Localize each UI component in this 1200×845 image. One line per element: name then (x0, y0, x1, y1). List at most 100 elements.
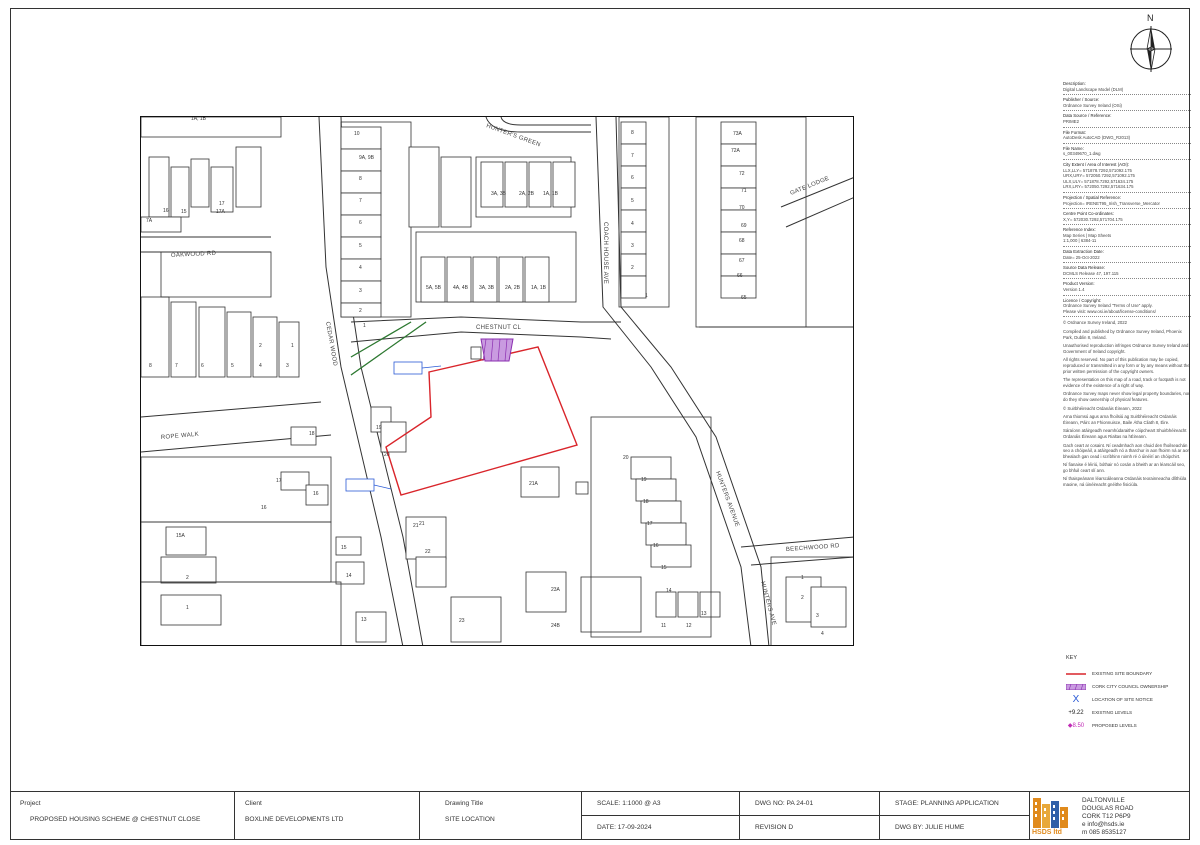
house-number-label: 1 (291, 343, 294, 349)
house-number-label: 20 (384, 452, 390, 458)
metadata-group: Publisher / Source: Ordnance Survey Irela… (1063, 96, 1191, 112)
house-number-label: 2 (186, 575, 189, 581)
metadata-value: s_00349670_1.dwg (1063, 151, 1101, 157)
house-number-label: 69 (741, 223, 747, 229)
house-number-label: 4 (359, 265, 362, 271)
key-label: LOCATION OF SITE NOTICE (1092, 697, 1153, 702)
house-number-label: 1A, 1B (543, 191, 559, 197)
stage-value: STAGE: PLANNING APPLICATION (895, 800, 999, 807)
client-label: Client (245, 800, 262, 807)
client-value: BOXLINE DEVELOPMENTS LTD (245, 816, 344, 823)
house-number-label: 17 (276, 478, 282, 484)
house-number-label: 7 (359, 198, 362, 204)
metadata-group: Data Extraction Date: Date= 25-Oct-2022 (1063, 248, 1191, 264)
house-number-label: 21 (413, 523, 419, 529)
house-number-label: 2A, 2B (519, 191, 535, 197)
client-cell: Client BOXLINE DEVELOPMENTS LTD (235, 792, 420, 840)
house-number-label: 12 (686, 623, 692, 629)
metadata-group: File Format: AutoDesk AutoCAD (DWG_R2013) (1063, 129, 1191, 144)
road-label: HUNTER'S GREEN (485, 123, 541, 148)
date-value: DATE: 17-09-2024 (597, 824, 652, 831)
metadata-value: Digital Landscape Model (DLM) (1063, 86, 1124, 92)
house-number-label: 7 (175, 363, 178, 369)
copyright-paragraph: Unauthorised reproduction infringes Ordn… (1063, 343, 1189, 354)
house-number-label: 23 (459, 618, 465, 624)
drawing-title-value: SITE LOCATION (445, 816, 495, 823)
house-number-label: 21A (529, 481, 539, 487)
key-label: EXISTING SITE BOUNDARY (1092, 671, 1153, 676)
existing-level-symbol: +9.22 (1068, 709, 1084, 716)
scale-value: SCALE: 1:1000 @ A3 (597, 800, 661, 807)
metadata-value: Version 1.4 (1063, 287, 1085, 293)
metadata-value: Ordnance Survey Ireland (OSi) (1063, 102, 1122, 108)
house-number-label: 13 (361, 617, 367, 623)
title-block: Project PROPOSED HOUSING SCHEME @ CHESTN… (10, 791, 1190, 840)
house-number-label: 5 (631, 198, 634, 204)
map-key: KEY EXISTING SITE BOUNDARY CORK CITY COU… (1066, 655, 1190, 732)
site-map-graphic: HUNTER'S GREEN CHESTNUT CL ROPE WALK CED… (141, 117, 853, 645)
house-number-label: 13 (701, 611, 707, 617)
house-number-label: 2 (631, 265, 634, 271)
metadata-group: City Extent / Area of Interest (AOI): LLX… (1063, 161, 1191, 193)
key-item-boundary: EXISTING SITE BOUNDARY (1066, 667, 1190, 680)
dwg-by-value: DWG BY: JULIE HUME (895, 824, 965, 831)
house-number-label: 19 (641, 477, 647, 483)
house-number-label: 8 (359, 176, 362, 182)
house-number-label: 3 (286, 363, 289, 369)
metadata-group: Projection / Spatial Reference: Projectio… (1063, 194, 1191, 210)
revision-value: REVISION D (755, 824, 794, 831)
house-number-label: 16 (313, 491, 319, 497)
project-cell: Project PROPOSED HOUSING SCHEME @ CHESTN… (10, 792, 235, 840)
metadata-group: Centre Point Co-ordinates: X,Y= 572030.72… (1063, 210, 1191, 226)
metadata-group: Data Source / Reference: PRIME2 (1063, 112, 1191, 128)
road-label: BEECHWOOD RD (786, 543, 841, 553)
metadata-group: Description: Digital Landscape Model (DLM… (1063, 80, 1191, 96)
copyright-paragraph: Sáraíonn atáirgeadh neamhúdaraithe cóipc… (1063, 428, 1187, 439)
house-number-label: 3 (631, 243, 634, 249)
metadata-value: LLX,LLY= 571878.7292,571092.175 URX,URY=… (1063, 167, 1135, 190)
house-number-label: 9A, 9B (359, 155, 375, 161)
metadata-value: Projection= IRENET95_Irish_Transverse_Me… (1063, 200, 1160, 206)
road-label: COACH HOUSE AVE (602, 222, 608, 284)
house-number-label: 7A (146, 218, 153, 224)
house-number-label: 11 (661, 623, 666, 629)
address-line: DOUGLAS ROAD (1082, 805, 1134, 812)
house-number-label: 1A, 1B (531, 285, 547, 291)
metadata-value: DCMLS Release 47, 197.115 (1063, 270, 1119, 276)
address-line: e info@hsds.ie (1082, 821, 1125, 828)
metadata-group: Licence / Copyright: Ordnance Survey Irel… (1063, 297, 1191, 318)
road-label: CHESTNUT CL (476, 325, 522, 331)
metadata-group: Product Version: Version 1.4 (1063, 280, 1191, 296)
house-number-label: 24B (551, 623, 561, 629)
house-number-label: 1 (186, 605, 189, 611)
dwg-no-cell: DWG NO: PA 24-01 REVISION D (740, 792, 880, 840)
house-number-label: 68 (739, 238, 745, 244)
house-number-label: 16 (261, 505, 267, 511)
copyright-paragraph: Gach ceart ar cosaint. Ní ceadmhach aon … (1063, 442, 1190, 459)
house-number-label: 6 (631, 175, 634, 181)
company-logo: HSDS ltd (1030, 792, 1072, 840)
house-number-label: 4 (259, 363, 262, 369)
logo-text: HSDS ltd (1032, 829, 1062, 836)
copyright-paragraph: Arna thiomsú agus arna fhoilsiú ag Suirb… (1063, 414, 1177, 425)
house-number-label: 16 (163, 208, 169, 214)
key-item-existing-levels: +9.22 EXISTING LEVELS (1066, 706, 1190, 719)
house-number-label: 15 (341, 545, 347, 551)
house-number-label: 18 (643, 499, 649, 505)
house-number-label: 1A, 1B (191, 117, 207, 122)
address-line: m 085 8535127 (1082, 829, 1127, 836)
house-number-label: 14 (666, 588, 672, 594)
house-number-label: 14 (346, 573, 352, 579)
metadata-value: Map Series | Map Sheets 1:1,000 | 6384-1… (1063, 232, 1112, 244)
house-number-label: 21 (419, 521, 425, 527)
house-number-label: 67 (739, 258, 745, 264)
house-number-label: 23A (551, 587, 561, 593)
copyright-paragraph: © Suirbhéireacht Ordanáis Éireann, 2022 (1063, 405, 1142, 411)
red-line-icon (1066, 672, 1086, 676)
copyright-paragraph: Ordnance Survey maps never show legal pr… (1063, 391, 1190, 402)
house-number-label: 20 (623, 455, 629, 461)
drawing-title-label: Drawing Title (445, 800, 484, 807)
key-title: KEY (1066, 655, 1078, 661)
north-arrow: N (1128, 13, 1178, 76)
metadata-value: Ordnance Survey Ireland "Terms of Use" a… (1063, 303, 1156, 314)
